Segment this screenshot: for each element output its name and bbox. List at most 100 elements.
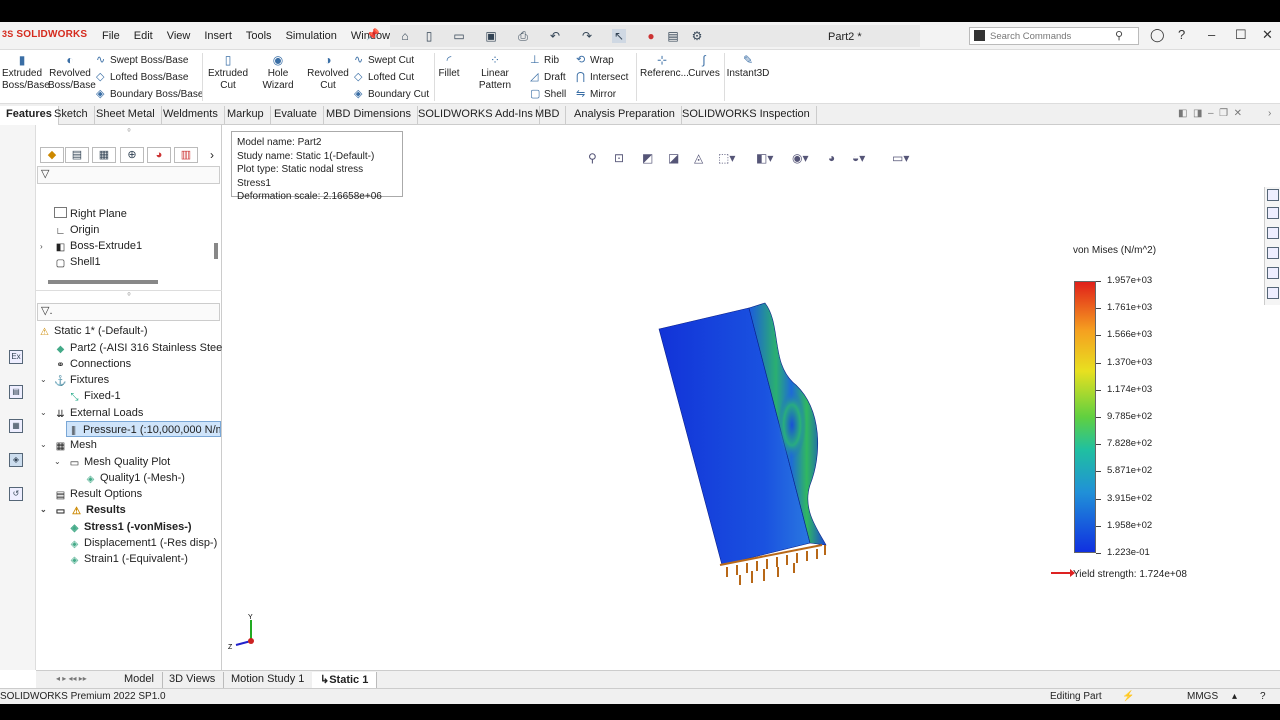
wrap-button[interactable]: ⟲ Wrap xyxy=(576,53,614,69)
tree-item-stress1[interactable]: ◈ Stress1 (-vonMises-) xyxy=(68,519,192,535)
help-icon[interactable]: ? xyxy=(1178,27,1185,42)
panel-splitter-top[interactable]: ⁰ xyxy=(36,127,222,136)
file-properties-icon[interactable]: ▤ xyxy=(666,29,680,43)
toolbar-icon-2[interactable]: ▤ xyxy=(9,385,23,399)
tree-item-shell1[interactable]: ▢ Shell1 xyxy=(54,254,101,270)
boundary-boss-button[interactable]: ◈ Boundary Boss/Base xyxy=(96,87,203,103)
save-icon[interactable]: ▣ xyxy=(484,29,498,43)
select-icon[interactable]: ↖ xyxy=(612,29,626,43)
menu-view[interactable]: View xyxy=(160,30,198,42)
close-button[interactable]: ✕ xyxy=(1262,27,1273,43)
new-document-icon[interactable]: ▯ xyxy=(422,29,436,43)
lofted-boss-button[interactable]: ◇ Lofted Boss/Base xyxy=(96,70,188,86)
tab-analysis-preparation[interactable]: Analysis Preparation xyxy=(568,106,682,125)
tree-item-pressure-1[interactable]: ⫼Pressure-1 (:10,000,000 N/m^2:) xyxy=(66,421,221,437)
tab-evaluate[interactable]: Evaluate xyxy=(268,106,324,125)
display-manager-tab-icon[interactable]: ◕ xyxy=(147,147,171,163)
menu-file[interactable]: File xyxy=(95,30,127,42)
tree-item-mesh-quality-plot[interactable]: ⌄ ▭ Mesh Quality Plot xyxy=(54,454,170,470)
tab-markup[interactable]: Markup xyxy=(221,106,271,125)
mirror-button[interactable]: ⇋ Mirror xyxy=(576,87,616,103)
toolbar-icon-5[interactable]: ↺ xyxy=(9,487,23,501)
rib-button[interactable]: ⊥ Rib xyxy=(530,53,559,69)
search-icon[interactable]: ⚲ xyxy=(1115,29,1123,42)
tab-solidworks-inspection[interactable]: SOLIDWORKS Inspection xyxy=(676,106,817,125)
scroll-tabs-arrow-icon[interactable]: › xyxy=(1268,108,1271,119)
print-icon[interactable]: ⎙ xyxy=(516,29,530,43)
instant3d-button[interactable]: ✎ Instant3D xyxy=(726,54,770,80)
tree-item-fixtures[interactable]: ⌄ ⚓ Fixtures xyxy=(40,372,109,388)
tree-item-boss-extrude1[interactable]: › ◧ Boss-Extrude1 xyxy=(40,238,142,254)
hole-wizard-button[interactable]: ◉ Hole Wizard xyxy=(252,54,304,92)
home-icon[interactable]: ⌂ xyxy=(398,29,412,43)
redo-icon[interactable]: ↷ xyxy=(580,29,594,43)
configuration-manager-tab-icon[interactable]: ▦ xyxy=(92,147,116,163)
menu-edit[interactable]: Edit xyxy=(127,30,160,42)
tab-solidworks-add-ins[interactable]: SOLIDWORKS Add-Ins xyxy=(412,106,540,125)
tab-scroll-arrows-icon[interactable]: ◂ ▸ ◂◂ ▸▸ xyxy=(56,674,87,683)
maximize-button[interactable]: ☐ xyxy=(1235,27,1247,43)
tab-3d-views[interactable]: 3D Views xyxy=(161,672,225,688)
tree-item-right-plane[interactable]: Right Plane xyxy=(54,206,127,222)
tree-item-strain1[interactable]: ◈ Strain1 (-Equivalent-) xyxy=(68,551,188,567)
tab-static-1[interactable]: ↳Static 1 xyxy=(312,672,378,688)
pin-icon[interactable]: 📌 xyxy=(366,28,380,41)
appearances-icon[interactable] xyxy=(1267,267,1279,279)
units-dropdown-icon[interactable]: ▴ xyxy=(1232,691,1237,702)
expand-tabs-arrow-icon[interactable]: › xyxy=(210,148,214,162)
status-help-icon[interactable]: ? xyxy=(1260,691,1266,702)
simulation-tree-filter[interactable]: ▽. xyxy=(37,303,220,321)
undo-icon[interactable]: ↶ xyxy=(548,29,562,43)
file-explorer-icon[interactable] xyxy=(1267,227,1279,239)
tree-item-external-loads[interactable]: ⌄ ⇊ External Loads xyxy=(40,405,143,421)
tree-item-connections[interactable]: ⚭ Connections xyxy=(54,356,131,372)
revolved-boss-button[interactable]: ◐ Revolved Boss/Base xyxy=(48,54,96,92)
tree-item-result-options[interactable]: ▤ Result Options xyxy=(54,486,142,502)
property-manager-tab-icon[interactable]: ▤ xyxy=(65,147,89,163)
unit-system[interactable]: MMGS xyxy=(1187,691,1218,702)
swept-cut-button[interactable]: ∿ Swept Cut xyxy=(354,53,414,69)
simulation-tab-icon[interactable]: ▥ xyxy=(174,147,198,163)
tab-mbd[interactable]: MBD xyxy=(529,106,567,125)
tab-motion-study-1[interactable]: Motion Study 1 xyxy=(223,672,314,688)
intersect-button[interactable]: ⋂ Intersect xyxy=(576,70,628,86)
feature-manager-tab-icon[interactable]: ◆ xyxy=(40,147,64,163)
search-commands-input[interactable]: Search Commands ⚲ xyxy=(969,27,1139,45)
tree-item-quality1[interactable]: ◈ Quality1 (-Mesh-) xyxy=(84,470,185,486)
boundary-cut-button[interactable]: ◈ Boundary Cut xyxy=(354,87,429,103)
curves-button[interactable]: ∫ Curves xyxy=(686,54,722,80)
minimize-button[interactable]: – xyxy=(1208,27,1215,42)
toolbar-icon-4[interactable]: ◈ xyxy=(9,453,23,467)
swept-boss-button[interactable]: ∿ Swept Boss/Base xyxy=(96,53,188,69)
rebuild-icon[interactable]: ● xyxy=(644,29,658,43)
viewport-window-controls[interactable]: ◧ ◨ – ❐ ✕ xyxy=(1178,108,1242,119)
open-icon[interactable]: ▭ xyxy=(452,29,466,43)
tree-item-origin[interactable]: ∟ Origin xyxy=(54,222,100,238)
view-palette-icon[interactable] xyxy=(1267,247,1279,259)
toolbar-icon-3[interactable]: ▦ xyxy=(9,419,23,433)
exclude-icon[interactable]: Ex xyxy=(9,350,23,364)
tree-item-study[interactable]: ⚠ Static 1* (-Default-) xyxy=(38,323,148,339)
menu-simulation[interactable]: Simulation xyxy=(279,30,344,42)
menu-tools[interactable]: Tools xyxy=(239,30,279,42)
linear-pattern-button[interactable]: ⁘ Linear Pattern xyxy=(464,54,526,92)
tab-sketch[interactable]: Sketch xyxy=(48,106,95,125)
tree-item-fixed-1[interactable]: ⤡ Fixed-1 xyxy=(68,388,121,404)
tree-horizontal-scrollbar[interactable] xyxy=(48,280,158,284)
tab-mbd-dimensions[interactable]: MBD Dimensions xyxy=(320,106,418,125)
menu-insert[interactable]: Insert xyxy=(197,30,239,42)
feature-tree-filter[interactable]: ▽ xyxy=(37,166,220,184)
lofted-cut-button[interactable]: ◇ Lofted Cut xyxy=(354,70,414,86)
design-library-icon[interactable] xyxy=(1267,207,1279,219)
stress-plot-model[interactable] xyxy=(222,125,1280,670)
draft-button[interactable]: ◿ Draft xyxy=(530,70,566,86)
rebuild-status-icon[interactable]: ⚡ xyxy=(1122,691,1134,702)
tab-sheet-metal[interactable]: Sheet Metal xyxy=(90,106,162,125)
revolved-cut-button[interactable]: ◑ Revolved Cut xyxy=(306,54,350,92)
custom-properties-icon[interactable] xyxy=(1267,287,1279,299)
user-icon[interactable]: ◯ xyxy=(1150,27,1165,43)
solidworks-resources-icon[interactable] xyxy=(1267,189,1279,201)
dimxpert-tab-icon[interactable]: ⊕ xyxy=(120,147,144,163)
solidworks-logo[interactable]: 3S SOLIDWORKS xyxy=(2,29,87,40)
extruded-cut-button[interactable]: ▯ Extruded Cut xyxy=(206,54,250,92)
